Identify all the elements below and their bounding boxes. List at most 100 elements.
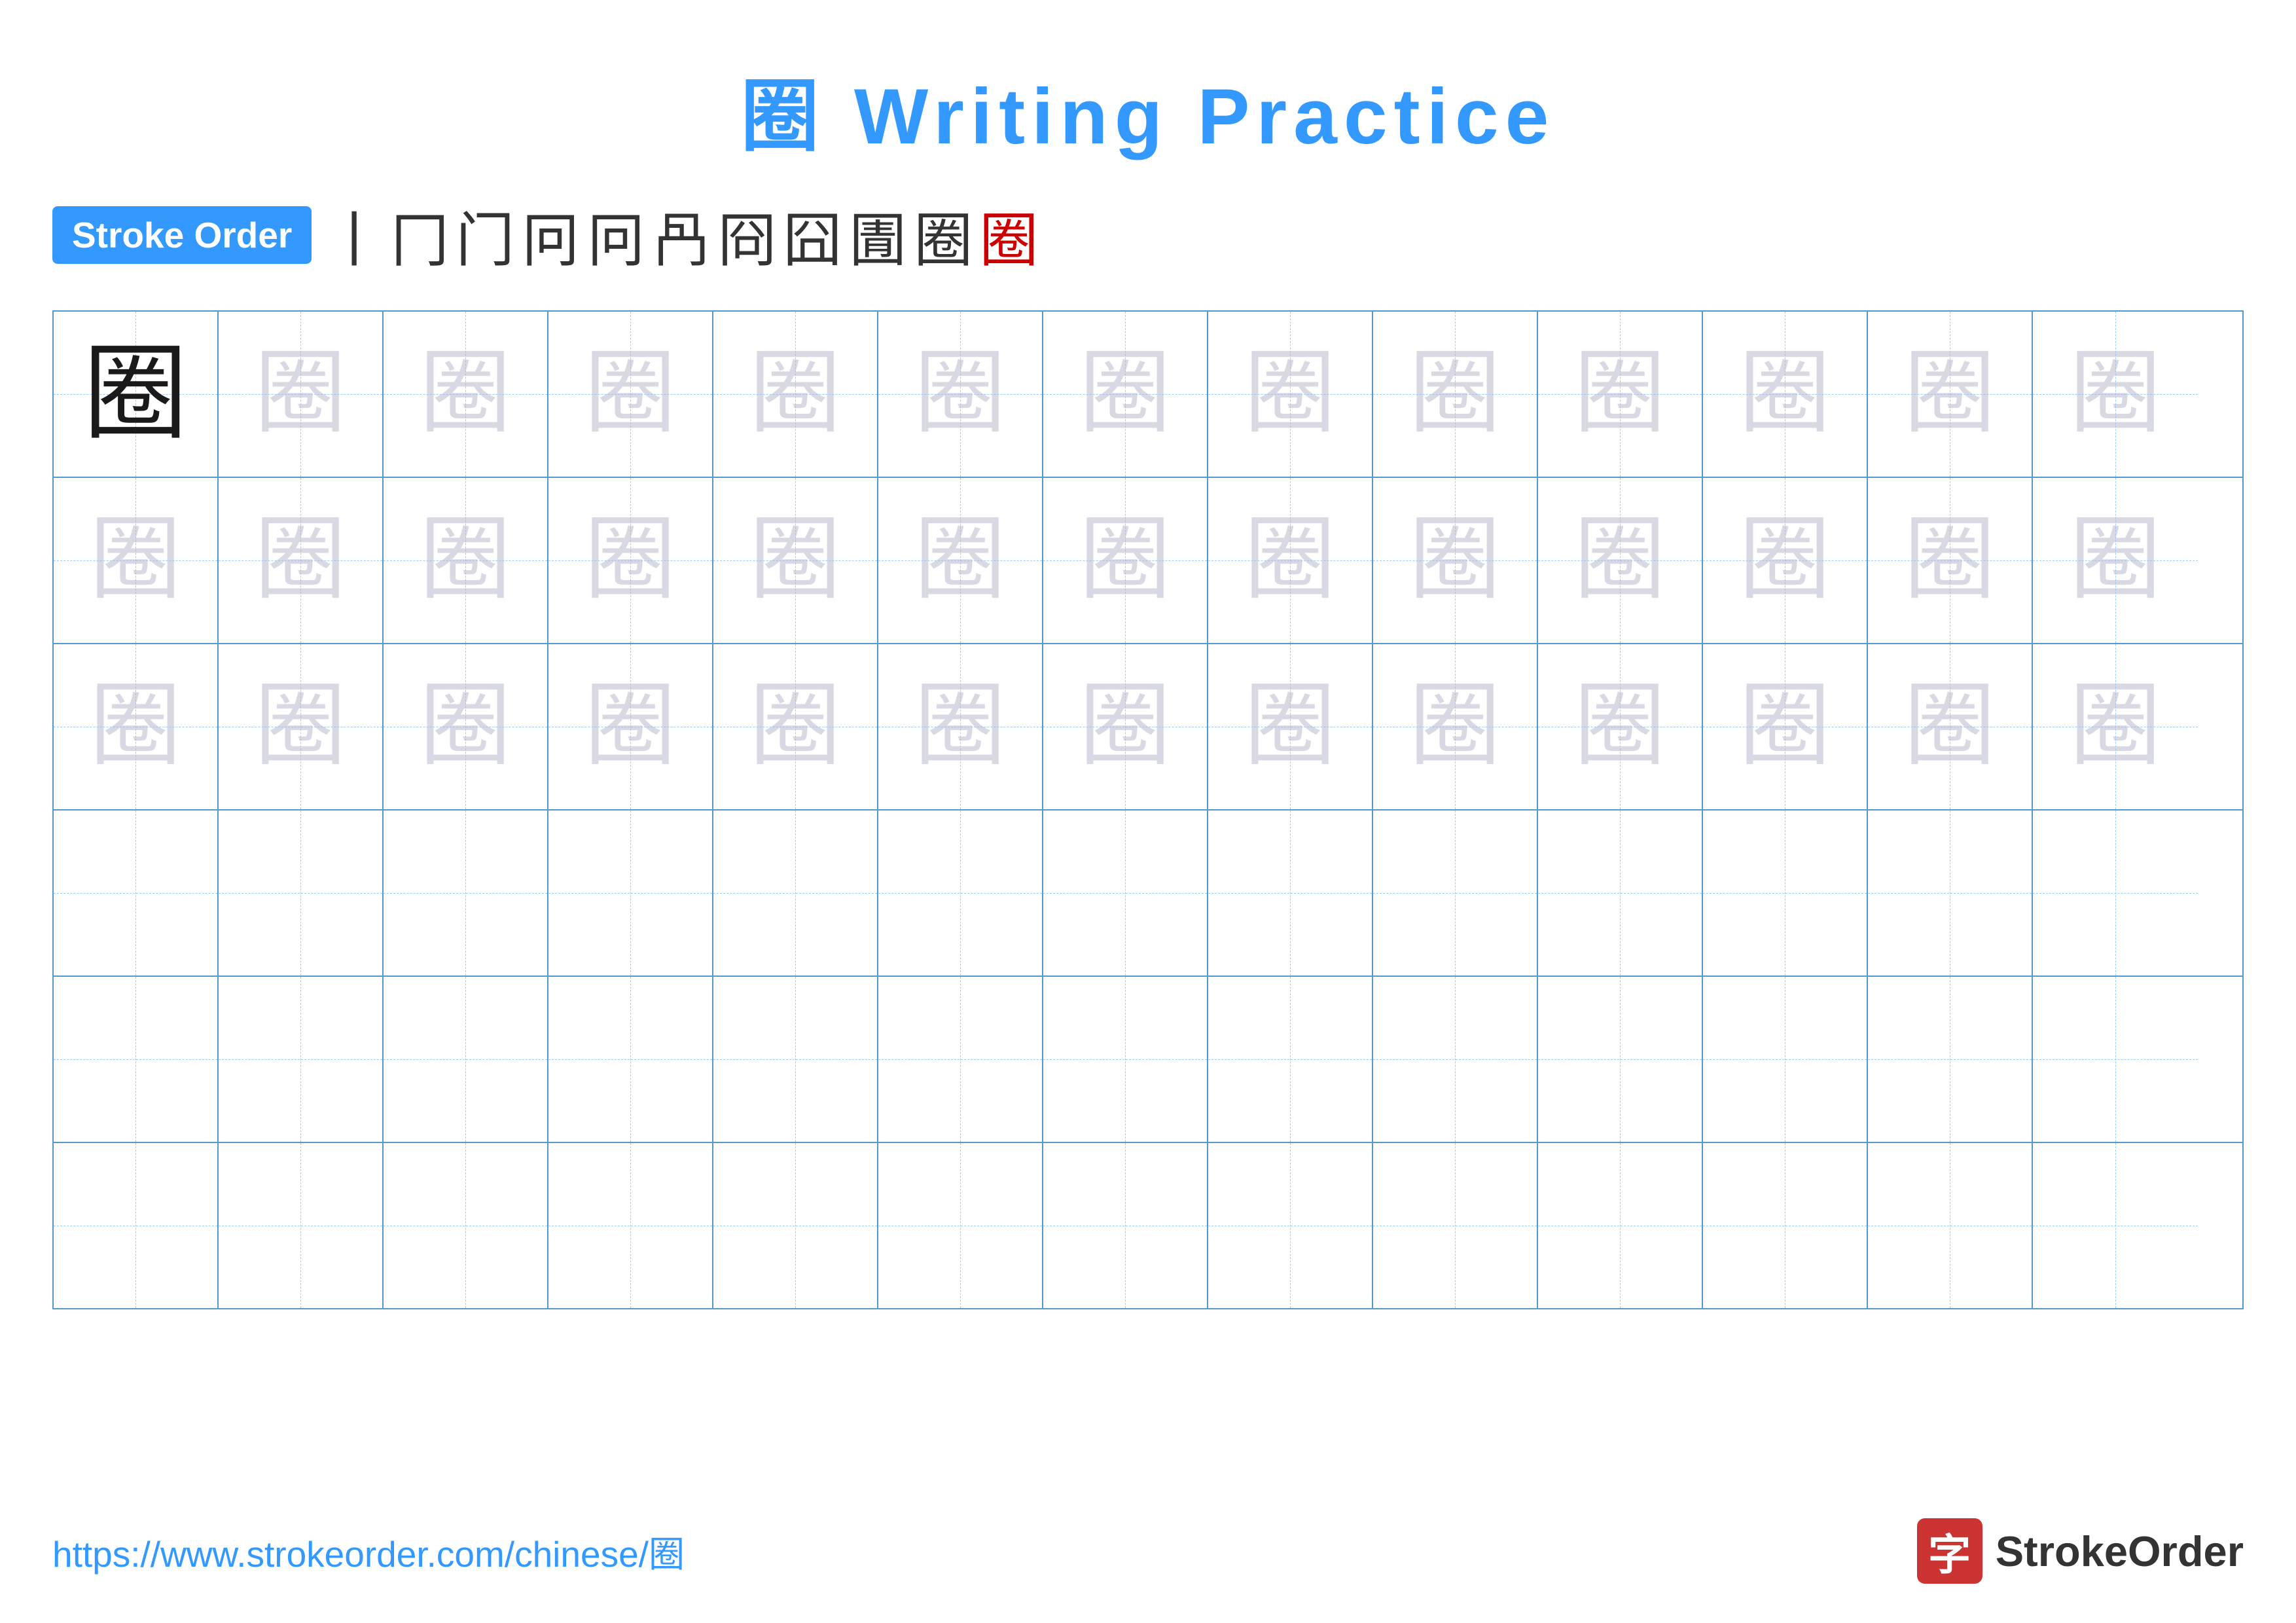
- grid-cell-6-2[interactable]: [219, 1143, 384, 1308]
- character-guide: 圈: [1409, 515, 1501, 606]
- grid-cell-5-8[interactable]: [1208, 977, 1373, 1142]
- stroke-sequence: 丨 冂 门 冋 冋 冎 冏 囧 圊 圈 圈: [325, 192, 1038, 278]
- grid-cell-3-12[interactable]: 圈: [1868, 644, 2033, 809]
- grid-row-5: [54, 977, 2242, 1143]
- stroke-1: 丨: [325, 192, 384, 278]
- grid-cell-6-1[interactable]: [54, 1143, 219, 1308]
- grid-cell-5-12[interactable]: [1868, 977, 2033, 1142]
- grid-cell-3-4[interactable]: 圈: [548, 644, 713, 809]
- grid-cell-4-9[interactable]: [1373, 811, 1538, 976]
- grid-cell-5-2[interactable]: [219, 977, 384, 1142]
- grid-cell-4-3[interactable]: [384, 811, 548, 976]
- brand-name: StrokeOrder: [1996, 1527, 2244, 1576]
- grid-cell-6-3[interactable]: [384, 1143, 548, 1308]
- grid-cell-2-11[interactable]: 圈: [1703, 478, 1868, 643]
- grid-cell-4-7[interactable]: [1043, 811, 1208, 976]
- grid-cell-1-8[interactable]: 圈: [1208, 312, 1373, 477]
- grid-cell-4-4[interactable]: [548, 811, 713, 976]
- grid-cell-3-9[interactable]: 圈: [1373, 644, 1538, 809]
- grid-cell-5-7[interactable]: [1043, 977, 1208, 1142]
- stroke-2: 冂: [390, 192, 449, 278]
- grid-cell-1-4[interactable]: 圈: [548, 312, 713, 477]
- character-guide: 圈: [1244, 348, 1336, 440]
- grid-cell-1-11[interactable]: 圈: [1703, 312, 1868, 477]
- grid-cell-6-6[interactable]: [878, 1143, 1043, 1308]
- character-guide: 圈: [90, 515, 181, 606]
- grid-cell-3-8[interactable]: 圈: [1208, 644, 1373, 809]
- grid-cell-2-1[interactable]: 圈: [54, 478, 219, 643]
- grid-cell-5-9[interactable]: [1373, 977, 1538, 1142]
- grid-cell-1-1[interactable]: 圈: [54, 312, 219, 477]
- grid-cell-2-6[interactable]: 圈: [878, 478, 1043, 643]
- grid-cell-2-5[interactable]: 圈: [713, 478, 878, 643]
- grid-cell-3-6[interactable]: 圈: [878, 644, 1043, 809]
- character-solid: 圈: [83, 342, 188, 447]
- grid-cell-3-7[interactable]: 圈: [1043, 644, 1208, 809]
- grid-cell-6-8[interactable]: [1208, 1143, 1373, 1308]
- grid-cell-1-5[interactable]: 圈: [713, 312, 878, 477]
- grid-cell-1-9[interactable]: 圈: [1373, 312, 1538, 477]
- stroke-9: 圊: [848, 192, 907, 278]
- footer-brand: 字 StrokeOrder: [1917, 1518, 2244, 1584]
- grid-cell-5-10[interactable]: [1538, 977, 1703, 1142]
- grid-cell-2-4[interactable]: 圈: [548, 478, 713, 643]
- grid-cell-4-1[interactable]: [54, 811, 219, 976]
- grid-cell-6-7[interactable]: [1043, 1143, 1208, 1308]
- grid-cell-6-10[interactable]: [1538, 1143, 1703, 1308]
- grid-row-2: 圈 圈 圈 圈 圈 圈 圈 圈 圈 圈 圈 圈 圈: [54, 478, 2242, 644]
- grid-cell-2-10[interactable]: 圈: [1538, 478, 1703, 643]
- grid-cell-1-7[interactable]: 圈: [1043, 312, 1208, 477]
- grid-cell-4-13[interactable]: [2033, 811, 2198, 976]
- grid-cell-6-12[interactable]: [1868, 1143, 2033, 1308]
- character-guide: 圈: [914, 515, 1006, 606]
- grid-cell-3-11[interactable]: 圈: [1703, 644, 1868, 809]
- grid-cell-4-6[interactable]: [878, 811, 1043, 976]
- grid-cell-1-3[interactable]: 圈: [384, 312, 548, 477]
- grid-cell-1-10[interactable]: 圈: [1538, 312, 1703, 477]
- character-guide: 圈: [1409, 681, 1501, 773]
- grid-cell-5-4[interactable]: [548, 977, 713, 1142]
- grid-row-4: [54, 811, 2242, 977]
- grid-cell-3-2[interactable]: 圈: [219, 644, 384, 809]
- grid-cell-3-5[interactable]: 圈: [713, 644, 878, 809]
- grid-cell-1-2[interactable]: 圈: [219, 312, 384, 477]
- grid-cell-2-9[interactable]: 圈: [1373, 478, 1538, 643]
- grid-cell-2-12[interactable]: 圈: [1868, 478, 2033, 643]
- grid-cell-5-11[interactable]: [1703, 977, 1868, 1142]
- grid-cell-3-10[interactable]: 圈: [1538, 644, 1703, 809]
- grid-cell-2-2[interactable]: 圈: [219, 478, 384, 643]
- stroke-6: 冎: [652, 192, 711, 278]
- grid-cell-2-13[interactable]: 圈: [2033, 478, 2198, 643]
- grid-cell-5-3[interactable]: [384, 977, 548, 1142]
- grid-cell-6-13[interactable]: [2033, 1143, 2198, 1308]
- grid-cell-4-5[interactable]: [713, 811, 878, 976]
- grid-cell-3-3[interactable]: 圈: [384, 644, 548, 809]
- character-guide: 圈: [1574, 681, 1666, 773]
- grid-cell-3-1[interactable]: 圈: [54, 644, 219, 809]
- grid-cell-2-7[interactable]: 圈: [1043, 478, 1208, 643]
- grid-cell-4-8[interactable]: [1208, 811, 1373, 976]
- grid-cell-4-2[interactable]: [219, 811, 384, 976]
- grid-cell-3-13[interactable]: 圈: [2033, 644, 2198, 809]
- grid-cell-4-11[interactable]: [1703, 811, 1868, 976]
- stroke-order-section: Stroke Order 丨 冂 门 冋 冋 冎 冏 囧 圊 圈 圈: [0, 166, 2296, 297]
- character-guide: 圈: [914, 348, 1006, 440]
- grid-cell-2-3[interactable]: 圈: [384, 478, 548, 643]
- footer-url[interactable]: https://www.strokeorder.com/chinese/圈: [52, 1525, 685, 1577]
- grid-cell-6-4[interactable]: [548, 1143, 713, 1308]
- grid-cell-5-6[interactable]: [878, 977, 1043, 1142]
- grid-cell-5-1[interactable]: [54, 977, 219, 1142]
- grid-cell-4-10[interactable]: [1538, 811, 1703, 976]
- grid-cell-6-11[interactable]: [1703, 1143, 1868, 1308]
- grid-cell-4-12[interactable]: [1868, 811, 2033, 976]
- stroke-8: 囧: [783, 192, 842, 278]
- grid-cell-6-9[interactable]: [1373, 1143, 1538, 1308]
- character-guide: 圈: [749, 348, 841, 440]
- grid-cell-1-13[interactable]: 圈: [2033, 312, 2198, 477]
- grid-cell-5-5[interactable]: [713, 977, 878, 1142]
- grid-cell-1-12[interactable]: 圈: [1868, 312, 2033, 477]
- grid-cell-5-13[interactable]: [2033, 977, 2198, 1142]
- grid-cell-2-8[interactable]: 圈: [1208, 478, 1373, 643]
- grid-cell-1-6[interactable]: 圈: [878, 312, 1043, 477]
- grid-cell-6-5[interactable]: [713, 1143, 878, 1308]
